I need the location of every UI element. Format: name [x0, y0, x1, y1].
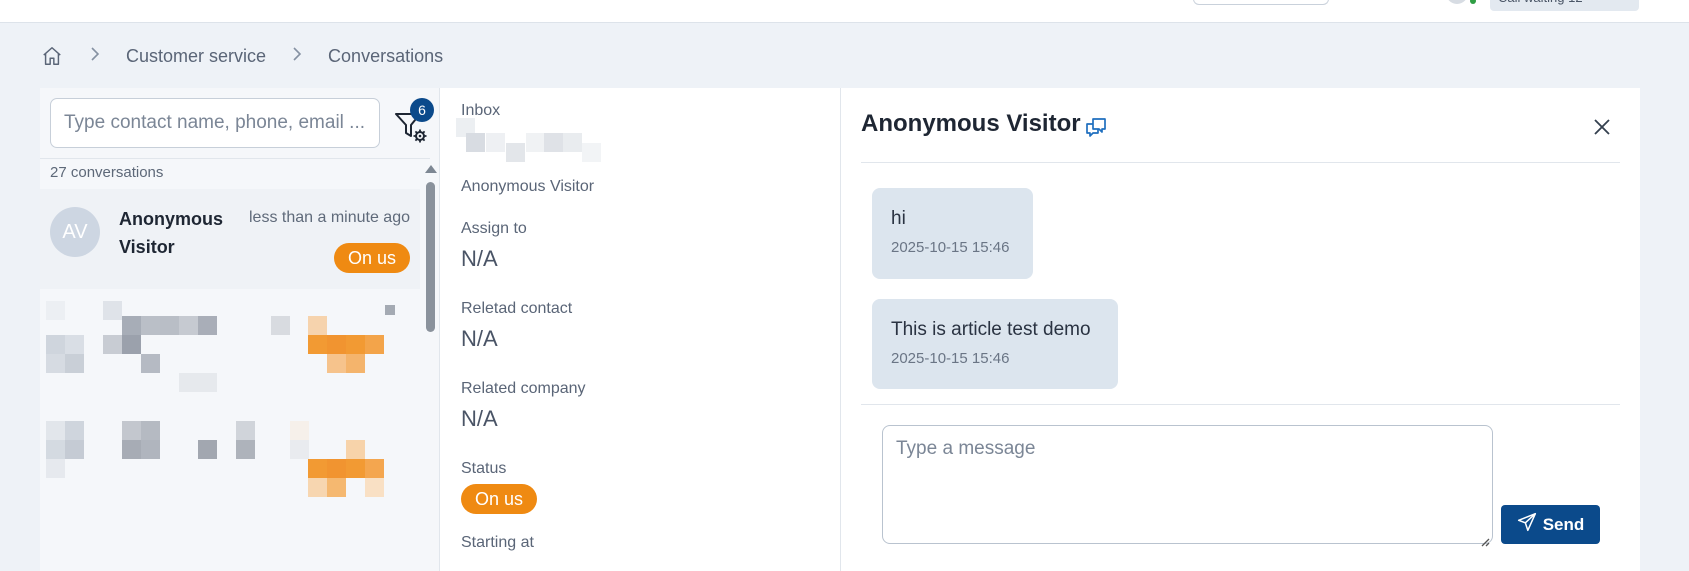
related-contact-label: Reletad contact [461, 300, 573, 317]
breadcrumb-conversations: Conversations [328, 45, 444, 66]
conversation-details-panel: Inbox Anonymous Visitor Assign to N/A Re… [441, 88, 841, 571]
related-company-value[interactable]: N/A [461, 406, 498, 432]
breadcrumb: Customer service Conversations [40, 42, 443, 70]
inbox-label: Inbox [461, 102, 501, 116]
message-text: This is article test demo [891, 319, 1091, 340]
filter-count-badge: 6 [410, 98, 434, 122]
message-text: hi [891, 208, 906, 229]
scroll-up-arrow-icon[interactable] [425, 165, 437, 173]
assign-to-value[interactable]: N/A [461, 246, 498, 272]
search-input[interactable]: Type contact name, phone, email ... [50, 98, 380, 148]
status-pill: On us [461, 484, 538, 514]
message-timestamp: 2025-10-15 15:46 [891, 350, 1010, 367]
close-icon[interactable] [1591, 116, 1613, 138]
send-button[interactable]: Send [1501, 505, 1600, 544]
call-waiting-chip[interactable]: Call waiting 12 [1490, 0, 1639, 11]
related-company-label: Related company [461, 380, 586, 397]
chat-panel: Anonymous Visitor hi 2025-10-15 15:46 Th… [841, 88, 1640, 571]
assign-to-label: Assign to [461, 220, 527, 237]
status-label: Status [461, 460, 507, 477]
divider [861, 162, 1620, 163]
chat-bubbles-icon[interactable] [1084, 115, 1108, 139]
conversation-list-panel: Type contact name, phone, email ... 6 27… [40, 88, 440, 571]
contact-name-label: Anonymous Visitor [461, 178, 595, 195]
breadcrumb-customer-service[interactable]: Customer service [126, 46, 266, 67]
conversation-count: 27 conversations [50, 164, 164, 181]
message-input-placeholder: Type a message [896, 438, 1036, 459]
status-badge[interactable]: On us [461, 484, 538, 514]
chevron-right-icon [292, 46, 302, 66]
message-bubble: hi 2025-10-15 15:46 [872, 188, 1033, 279]
message-timestamp: 2025-10-15 15:46 [891, 239, 1010, 256]
starting-at-label: Starting at [461, 534, 534, 551]
chevron-right-icon [90, 46, 100, 66]
conversation-item-selected[interactable]: AV Anonymous Visitor less than a minute … [40, 189, 420, 289]
conversations-panel: Type contact name, phone, email ... 6 27… [40, 88, 1640, 571]
chat-title: Anonymous Visitor [861, 110, 1081, 137]
send-icon [1517, 512, 1537, 537]
message-bubble: This is article test demo 2025-10-15 15:… [872, 299, 1118, 389]
top-bar: Call waiting 12 [0, 0, 1689, 23]
home-icon[interactable] [40, 44, 64, 68]
divider [861, 404, 1620, 405]
redacted-conversation-item[interactable] [40, 413, 420, 563]
send-label: Send [1542, 514, 1585, 534]
message-input[interactable]: Type a message [882, 425, 1493, 547]
divider [40, 158, 430, 159]
redacted-conversation-item[interactable] [40, 293, 420, 393]
redacted-inbox-value [456, 118, 626, 162]
user-avatar[interactable] [1446, 0, 1468, 4]
related-contact-value[interactable]: N/A [461, 326, 498, 352]
status-badge: On us [333, 243, 410, 273]
scrollbar-thumb[interactable] [426, 182, 435, 332]
resize-grip-icon[interactable] [1480, 531, 1490, 547]
avatar: AV [50, 207, 100, 257]
conversation-contact-name: Anonymous Visitor [119, 209, 224, 257]
online-status-dot [1470, 0, 1476, 4]
status-pill: On us [333, 243, 410, 273]
conversation-time: less than a minute ago [249, 209, 410, 226]
top-bar-button[interactable] [1193, 0, 1329, 5]
